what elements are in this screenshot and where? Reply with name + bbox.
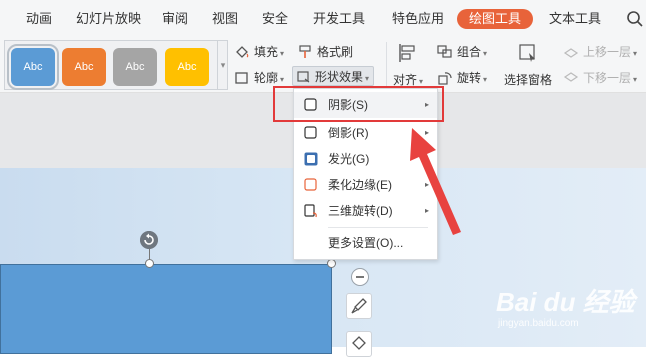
- rotate-label: 旋转: [457, 71, 482, 85]
- reflection-icon: [304, 126, 317, 139]
- submenu-arrow-icon: ▸: [424, 154, 429, 163]
- selected-rectangle-shape[interactable]: [0, 264, 332, 354]
- shape-effects-button[interactable]: 形状效果 ▾: [292, 66, 375, 86]
- 3d-rotation-icon: [304, 204, 317, 218]
- rotate-button[interactable]: 旋转 ▾: [437, 68, 487, 88]
- float-style-button[interactable]: [346, 293, 372, 319]
- format-painter-button[interactable]: 格式刷: [297, 42, 353, 62]
- brush-icon: [351, 298, 367, 314]
- outline-label: 轮廓: [254, 71, 279, 85]
- tab-drawing-tools[interactable]: 绘图工具: [457, 9, 534, 29]
- bring-forward-button[interactable]: 上移一层 ▾: [563, 42, 637, 62]
- menu-item-reflection[interactable]: 倒影(R) ▸: [294, 120, 437, 146]
- watermark-logo: Bai du 经验: [496, 287, 635, 317]
- soft-edge-icon: [304, 178, 317, 191]
- fill-label: 填充: [254, 45, 279, 59]
- group-icon: [437, 45, 452, 58]
- style-swatch-orange[interactable]: Abc: [62, 48, 106, 86]
- send-backward-button[interactable]: 下移一层 ▾: [563, 68, 637, 88]
- ribbon-toolbar: Abc Abc Abc Abc ▾ 填充 ▾ 轮廓 ▾ 格式刷 形状效果 ▾ 对齐 ▾ …: [0, 36, 646, 93]
- ribbon-divider: [386, 42, 387, 86]
- menu-item-glow[interactable]: 发光(G) ▸: [294, 146, 437, 172]
- align-button[interactable]: 对齐 ▾: [392, 42, 424, 88]
- menu-item-label: 三维旋转(D): [328, 204, 393, 218]
- shape-style-gallery: Abc Abc Abc Abc ▾: [4, 40, 228, 90]
- tab-view[interactable]: 视图: [212, 9, 238, 29]
- menu-separator: [328, 227, 428, 228]
- bring-forward-icon: [563, 48, 579, 58]
- outline-button[interactable]: 轮廓 ▾: [234, 68, 284, 88]
- submenu-arrow-icon: ▸: [424, 180, 429, 189]
- align-label: 对齐: [392, 73, 417, 87]
- resize-handle-top-right[interactable]: [327, 259, 336, 268]
- resize-handle-top-center[interactable]: [145, 259, 154, 268]
- menu-item-label: 更多设置(O)...: [328, 236, 404, 250]
- baidu-jingyan-watermark: Bai du 经验 jingyan.baidu.com: [496, 282, 646, 342]
- format-painter-icon: [299, 45, 311, 58]
- tab-security[interactable]: 安全: [262, 9, 288, 29]
- tab-animation[interactable]: 动画: [26, 9, 52, 29]
- menu-item-soft-edges[interactable]: 柔化边缘(E) ▸: [294, 172, 437, 198]
- annotation-highlight-box: [273, 86, 444, 122]
- menu-item-label: 发光(G): [328, 152, 370, 166]
- bring-forward-label: 上移一层: [583, 45, 632, 59]
- group-button[interactable]: 组合 ▾: [437, 42, 487, 62]
- menu-item-label: 倒影(R): [328, 126, 369, 140]
- tab-text-tools[interactable]: 文本工具: [549, 9, 601, 29]
- format-painter-label: 格式刷: [317, 45, 354, 59]
- tab-slideshow[interactable]: 幻灯片放映: [76, 9, 141, 29]
- gallery-expand-icon[interactable]: ▾: [218, 41, 228, 89]
- tab-developer-tools[interactable]: 开发工具: [313, 9, 365, 29]
- style-swatch-gray[interactable]: Abc: [113, 48, 157, 86]
- fill-button[interactable]: 填充 ▾: [234, 42, 284, 62]
- submenu-arrow-icon: ▸: [424, 128, 429, 137]
- shape-effects-icon: [297, 71, 310, 83]
- minus-icon: [356, 276, 364, 278]
- style-swatch-blue[interactable]: Abc: [7, 44, 59, 90]
- rotate-icon: [438, 72, 452, 85]
- fill-bucket-icon: [352, 336, 366, 350]
- float-fill-button[interactable]: [346, 331, 372, 357]
- menu-item-more-settings[interactable]: 更多设置(O)...: [294, 230, 437, 256]
- outline-icon: [235, 72, 248, 84]
- selection-pane-button[interactable]: 选择窗格: [503, 42, 553, 88]
- menu-item-label: 柔化边缘(E): [328, 178, 392, 192]
- group-label: 组合: [457, 45, 482, 59]
- selection-pane-label: 选择窗格: [503, 73, 552, 87]
- watermark-url: jingyan.baidu.com: [498, 318, 579, 329]
- tab-review[interactable]: 审阅: [162, 9, 188, 29]
- shape-effects-label: 形状效果: [315, 70, 364, 84]
- glow-icon: [304, 152, 318, 166]
- send-backward-icon: [563, 72, 579, 82]
- ribbon-tab-bar: 动画 幻灯片放映 审阅 视图 安全 开发工具 特色应用 绘图工具 文本工具: [0, 0, 646, 36]
- fill-bucket-icon: [236, 46, 249, 58]
- selection-pane-icon: [519, 44, 535, 62]
- rotate-handle-icon[interactable]: [140, 231, 158, 249]
- search-icon[interactable]: [626, 10, 644, 28]
- tab-special-apps[interactable]: 特色应用: [392, 9, 444, 29]
- style-swatch-yellow[interactable]: Abc: [165, 48, 209, 86]
- align-icon: [399, 44, 415, 62]
- collapse-float-toolbar-button[interactable]: [351, 268, 369, 286]
- send-backward-label: 下移一层: [583, 71, 632, 85]
- submenu-arrow-icon: ▸: [424, 206, 429, 215]
- menu-item-3d-rotation[interactable]: 三维旋转(D) ▸: [294, 198, 437, 224]
